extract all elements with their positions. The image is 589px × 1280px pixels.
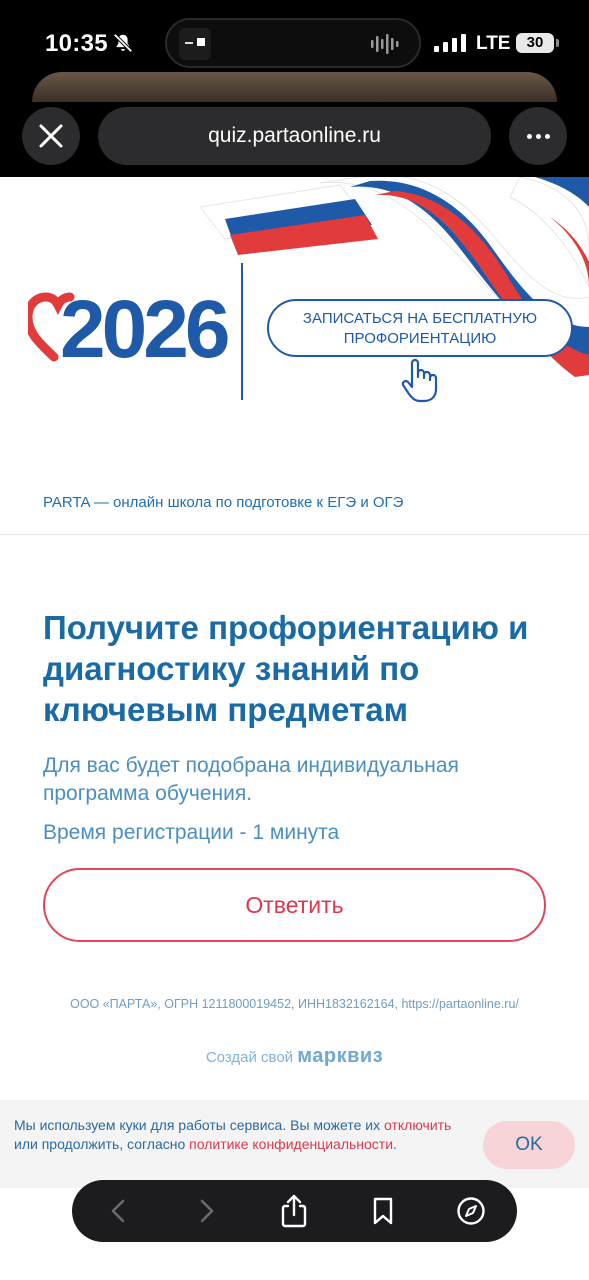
ellipsis-icon	[526, 133, 532, 139]
banner-divider	[241, 263, 243, 400]
previous-tab-peek	[32, 72, 557, 102]
cta-line-2: ПРОФОРИЕНТАЦИЮ	[343, 330, 497, 347]
battery-tip	[556, 39, 559, 47]
subtitle-time: Время регистрации - 1 минута	[43, 821, 340, 844]
bookmarks-icon	[373, 1197, 393, 1225]
cookie-text-end: .	[393, 1136, 397, 1152]
more-button[interactable]	[509, 107, 567, 165]
forward-button[interactable]	[189, 1194, 223, 1228]
made-with-marquiz-link[interactable]: Создай свой марквиз	[0, 1045, 589, 1068]
close-button[interactable]	[22, 107, 80, 165]
back-icon	[111, 1199, 125, 1223]
screen: 10:35 LTE 30 quiz.partaonline.ru 2026 ЗА…	[0, 0, 589, 1280]
section-divider	[0, 534, 589, 535]
cookie-text-part1: Мы используем куки для работы сервиса. В…	[14, 1117, 381, 1133]
tricolor-ribbon	[199, 177, 589, 377]
media-thumbnail	[179, 28, 211, 60]
promo-banner[interactable]: 2026 ЗАПИСАТЬСЯ НА БЕСПЛАТНУЮ ПРОФОРИЕНТ…	[0, 177, 589, 427]
year-logo-text: 2026	[60, 284, 230, 375]
school-tagline: PARTA — онлайн школа по подготовке к ЕГЭ…	[43, 494, 404, 511]
audio-wave-icon	[371, 34, 399, 54]
cookie-ok-button[interactable]: OK	[483, 1121, 575, 1169]
pointer-hand-icon	[401, 358, 438, 403]
page-headline: Получите профориентацию и диагностику зн…	[43, 609, 529, 728]
cookie-banner: Мы используем куки для работы сервиса. В…	[0, 1100, 589, 1188]
share-button[interactable]	[277, 1194, 311, 1228]
free-career-guidance-button[interactable]: ЗАПИСАТЬСЯ НА БЕСПЛАТНУЮ ПРОФОРИЕНТАЦИЮ	[267, 299, 573, 357]
cta-line-1: ЗАПИСАТЬСЯ НА БЕСПЛАТНУЮ	[302, 310, 538, 327]
compass-icon	[457, 1197, 485, 1225]
cookie-disable-link[interactable]: отключить	[384, 1117, 451, 1133]
close-icon	[39, 124, 63, 148]
tabs-compass-button[interactable]	[454, 1194, 488, 1228]
bookmarks-button[interactable]	[366, 1194, 400, 1228]
made-with-prefix: Создай свой	[205, 1049, 294, 1066]
share-icon	[281, 1194, 307, 1228]
answer-button[interactable]: Ответить	[43, 868, 546, 942]
browser-toolbar	[72, 1180, 517, 1242]
marquiz-brand: марквиз	[297, 1045, 384, 1067]
bell-slash-icon	[113, 33, 133, 53]
privacy-policy-link[interactable]: политике конфиденциальности	[189, 1136, 393, 1152]
status-time: 10:35	[45, 30, 108, 57]
subtitle-program: Для вас будет подобрана индивидуальная п…	[43, 754, 459, 805]
network-type: LTE	[476, 33, 511, 54]
cookie-text: Мы используем куки для работы сервиса. В…	[14, 1116, 464, 1154]
ellipsis-dot	[535, 133, 541, 139]
legal-info: ООО «ПАРТА», ОГРН 1211800019452, ИНН1832…	[70, 997, 519, 1011]
url-bar[interactable]: quiz.partaonline.ru	[98, 107, 491, 165]
battery-level: 30	[516, 33, 554, 53]
ellipsis-dot	[544, 133, 550, 139]
signal-bars-icon	[434, 34, 466, 52]
back-button[interactable]	[102, 1194, 136, 1228]
forward-icon	[200, 1199, 214, 1223]
dynamic-island[interactable]	[165, 18, 421, 68]
cookie-text-part2: или продолжить, согласно	[14, 1136, 186, 1152]
